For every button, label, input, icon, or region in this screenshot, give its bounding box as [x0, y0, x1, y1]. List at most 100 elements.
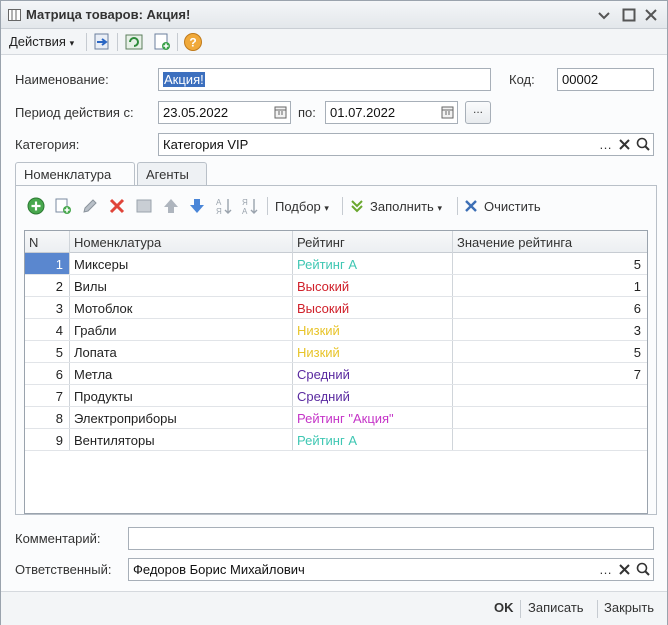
name-label: Наименование: [15, 72, 109, 87]
tab-agents[interactable]: Агенты [137, 162, 207, 185]
form-footer: OK Записать Закрыть [1, 591, 667, 625]
move-down-icon[interactable] [187, 196, 207, 216]
pick-button[interactable]: Подбор ▾ [275, 199, 329, 214]
nomenclature-cell: Лопата [74, 345, 117, 360]
period-select-button[interactable]: ... [465, 101, 491, 124]
open-icon[interactable] [634, 134, 653, 155]
row-number: 2 [55, 279, 63, 294]
responsible-label: Ответственный: [15, 562, 112, 577]
fill-icon[interactable] [347, 196, 367, 216]
new-document-icon[interactable] [152, 32, 172, 52]
row-number: 5 [55, 345, 63, 360]
row-number: 9 [55, 433, 63, 448]
delete-row-icon[interactable] [107, 196, 127, 216]
table-row[interactable]: 9 Вентиляторы Рейтинг А [25, 429, 647, 451]
rating-value-cell: 7 [633, 367, 641, 382]
actions-label: Действия [9, 34, 66, 49]
fill-button[interactable]: Заполнить ▾ [370, 199, 442, 214]
nomenclature-table: N Номенклатура Рейтинг Значение рейтинга… [24, 230, 648, 514]
toolbar-divider [177, 33, 178, 51]
table-row[interactable]: 8 Электроприборы Рейтинг "Акция" [25, 407, 647, 429]
copy-row-icon[interactable] [53, 196, 73, 216]
open-icon[interactable] [634, 559, 653, 580]
responsible-select-button[interactable]: … [596, 559, 615, 580]
edit-row-icon[interactable] [80, 196, 100, 216]
period-from-field[interactable]: 23.05.2022 [158, 101, 291, 124]
save-button[interactable]: Записать [528, 600, 584, 615]
svg-text:?: ? [189, 36, 196, 50]
period-to-label: по: [298, 105, 316, 120]
actions-menu-button[interactable]: Действия ▾ [9, 34, 74, 49]
responsible-field[interactable]: Федоров Борис Михайлович … [128, 558, 654, 581]
nomenclature-cell: Вилы [74, 279, 107, 294]
table-row[interactable]: 7 Продукты Средний [25, 385, 647, 407]
nomenclature-cell: Грабли [74, 323, 117, 338]
toolbar-divider [117, 33, 118, 51]
document-window: Матрица товаров: Акция! Действия ▾ ? Наи… [0, 0, 668, 625]
table-row[interactable]: 2 Вилы Высокий 1 [25, 275, 647, 297]
add-row-icon[interactable] [26, 196, 46, 216]
clear-table-icon[interactable] [461, 196, 481, 216]
calendar-icon[interactable] [271, 102, 290, 123]
clear-button[interactable]: Очистить [484, 199, 541, 214]
toolbar-divider [457, 197, 458, 215]
code-field[interactable]: 00002 [557, 68, 654, 91]
toolbar-divider [267, 197, 268, 215]
help-icon[interactable]: ? [183, 32, 203, 52]
sort-ascending-icon[interactable]: A Я [214, 196, 234, 216]
refresh-icon[interactable] [124, 32, 144, 52]
name-field[interactable]: Акция! [158, 68, 491, 91]
clear-label: Очистить [484, 199, 541, 214]
period-from-value: 23.05.2022 [163, 105, 229, 120]
column-header-rating[interactable]: Рейтинг [297, 235, 345, 250]
column-header-n[interactable]: N [29, 235, 38, 250]
column-header-rating-value[interactable]: Значение рейтинга [457, 235, 572, 250]
svg-text:A: A [242, 207, 248, 216]
period-label: Период действия с: [15, 105, 134, 120]
table-row[interactable]: 6 Метла Средний 7 [25, 363, 647, 385]
svg-text:A: A [216, 198, 222, 207]
category-select-button[interactable]: … [596, 134, 615, 155]
name-value: Акция! [163, 72, 205, 87]
rating-cell: Низкий [297, 323, 340, 338]
ok-button[interactable]: OK [494, 600, 514, 615]
calendar-icon[interactable] [438, 102, 457, 123]
sort-descending-icon[interactable]: Я A [240, 196, 260, 216]
menu-icon[interactable] [596, 7, 612, 23]
close-window-icon[interactable] [643, 7, 659, 23]
post-and-close-icon[interactable] [92, 32, 112, 52]
tab-label: Агенты [146, 167, 189, 182]
table-row[interactable]: 5 Лопата Низкий 5 [25, 341, 647, 363]
tab-panel: A Я Я A Подбор ▾ Заполнить ▾ Очистить N … [15, 185, 657, 515]
period-more-label: ... [472, 102, 483, 116]
table-row[interactable]: 1 Миксеры Рейтинг А 5 [25, 253, 647, 275]
table-header: N Номенклатура Рейтинг Значение рейтинга [25, 231, 647, 253]
comment-field[interactable] [128, 527, 654, 550]
svg-text:Я: Я [216, 207, 222, 216]
footer-divider [597, 600, 598, 618]
rating-cell: Средний [297, 367, 350, 382]
comment-label: Комментарий: [15, 531, 101, 546]
form-toolbar: Действия ▾ ? [1, 29, 667, 55]
rating-cell: Средний [297, 389, 350, 404]
row-number: 6 [55, 367, 63, 382]
rating-cell: Низкий [297, 345, 340, 360]
close-button[interactable]: Закрыть [604, 600, 654, 615]
clear-icon[interactable] [615, 134, 634, 155]
nomenclature-cell: Продукты [74, 389, 133, 404]
table-row[interactable]: 3 Мотоблок Высокий 6 [25, 297, 647, 319]
table-row[interactable]: 4 Грабли Низкий 3 [25, 319, 647, 341]
column-header-nomenclature[interactable]: Номенклатура [74, 235, 161, 250]
category-field[interactable]: Категория VIP … [158, 133, 654, 156]
row-number: 1 [55, 257, 63, 272]
tab-nomenclature[interactable]: Номенклатура [15, 162, 135, 186]
fill-label: Заполнить [370, 199, 434, 214]
period-to-field[interactable]: 01.07.2022 [325, 101, 458, 124]
clear-icon[interactable] [615, 559, 634, 580]
nomenclature-cell: Электроприборы [74, 411, 177, 426]
move-up-icon[interactable] [161, 196, 181, 216]
maximize-icon[interactable] [621, 7, 637, 23]
end-edit-icon[interactable] [134, 196, 154, 216]
responsible-value: Федоров Борис Михайлович [133, 562, 305, 577]
rating-value-cell: 1 [633, 279, 641, 294]
